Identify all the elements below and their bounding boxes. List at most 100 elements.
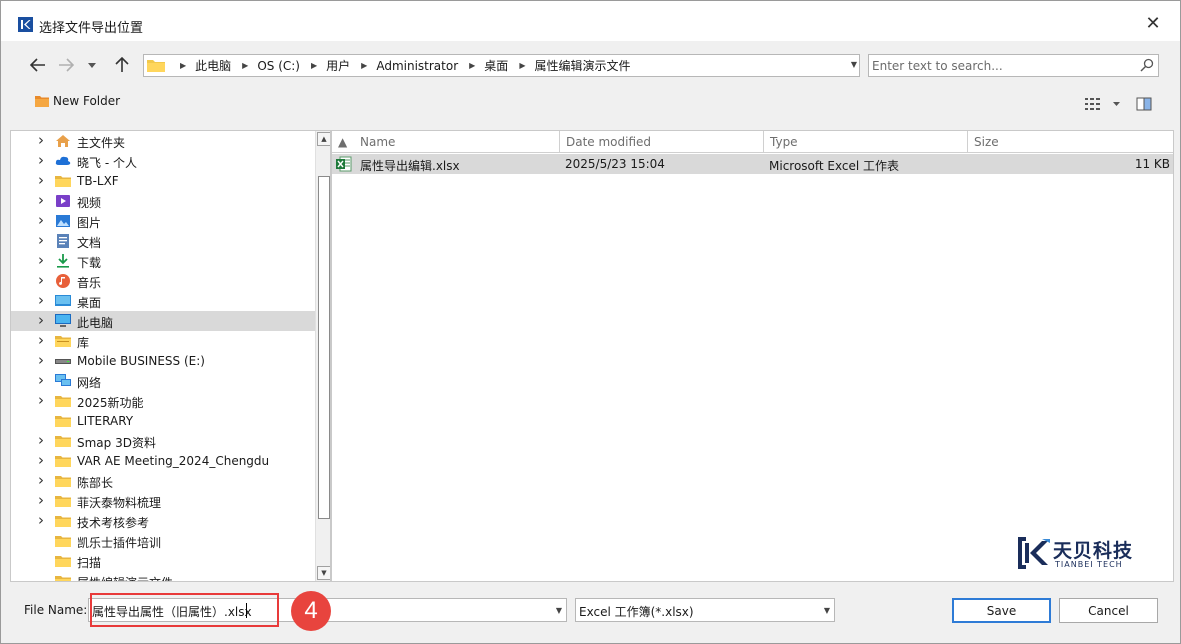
expand-chevron-icon[interactable]: › (38, 431, 48, 449)
new-folder-label: New Folder (53, 94, 121, 108)
tree-item[interactable]: › 桌面 (11, 291, 316, 311)
column-header-type[interactable]: Type (764, 131, 968, 153)
new-folder-button[interactable]: New Folder (35, 94, 120, 108)
tree-item[interactable]: 凯乐士插件培训 (11, 531, 316, 551)
dialog-title: 选择文件导出位置 (39, 21, 144, 36)
expand-chevron-icon[interactable]: › (38, 171, 48, 189)
expand-chevron-icon[interactable]: › (38, 131, 48, 149)
address-bar[interactable]: ▶ 此电脑 ▶ OS (C:) ▶ 用户 ▶ Administrator ▶ 桌… (143, 54, 860, 77)
file-type-select[interactable]: Excel 工作簿(*.xlsx) ▼ (575, 598, 835, 622)
expand-chevron-icon[interactable]: › (38, 491, 48, 509)
tree-item[interactable]: › 晓飞 - 个人 (11, 151, 316, 171)
expand-chevron-icon[interactable]: › (38, 371, 48, 389)
title-bar: 选择文件导出位置 ✕ (1, 1, 1180, 41)
preview-pane-icon[interactable] (1136, 96, 1152, 112)
picture-icon (55, 214, 71, 228)
music-icon (55, 274, 71, 288)
tree-item-label: 图片 (77, 216, 102, 230)
network-icon (55, 374, 71, 388)
expand-chevron-icon[interactable]: › (38, 251, 48, 269)
expand-chevron-icon[interactable]: › (38, 191, 48, 209)
cancel-button[interactable]: Cancel (1059, 598, 1158, 623)
expand-chevron-icon[interactable]: › (38, 351, 48, 369)
chevron-down-icon[interactable]: ▼ (556, 606, 562, 615)
brand-name: 天贝科技 (1053, 540, 1134, 562)
breadcrumb-item[interactable]: 用户 (326, 57, 350, 74)
expand-chevron-icon[interactable]: › (38, 391, 48, 409)
tree-item[interactable]: › 文档 (11, 231, 316, 251)
expand-chevron-icon[interactable]: › (38, 151, 48, 169)
tree-item[interactable]: › 库 (11, 331, 316, 351)
back-button[interactable] (26, 53, 50, 77)
view-options-button[interactable] (1085, 96, 1121, 112)
table-row[interactable]: 属性导出编辑.xlsx 2025/5/23 15:04 Microsoft Ex… (332, 154, 1173, 174)
desktop-icon (55, 294, 71, 308)
expand-chevron-icon[interactable]: › (38, 511, 48, 529)
expand-chevron-icon[interactable]: › (38, 271, 48, 289)
expand-chevron-icon[interactable]: › (38, 311, 48, 329)
tree-item[interactable]: › 主文件夹 (11, 131, 316, 151)
drive-icon (55, 354, 71, 368)
tree-item-label: 凯乐士插件培训 (77, 536, 162, 550)
close-icon: ✕ (1145, 12, 1161, 34)
tree-item[interactable]: › 2025新功能 (11, 391, 316, 411)
column-header-size[interactable]: Size (968, 131, 1173, 153)
recent-locations-button[interactable] (84, 53, 100, 77)
tree-item[interactable]: › 技术考核参考 (11, 511, 316, 531)
expand-chevron-icon[interactable]: › (38, 231, 48, 249)
folder-icon (55, 474, 71, 488)
tree-item[interactable]: 扫描 (11, 551, 316, 571)
column-header-date[interactable]: Date modified (560, 131, 764, 153)
file-size: 11 KB (1134, 157, 1170, 171)
breadcrumb-item[interactable]: OS (C:) (257, 59, 300, 73)
new-folder-icon (35, 95, 49, 107)
scroll-down-icon[interactable]: ▼ (317, 566, 330, 580)
expand-chevron-icon[interactable]: › (38, 471, 48, 489)
search-box[interactable] (868, 54, 1159, 77)
expand-chevron-icon[interactable]: › (38, 451, 48, 469)
tree-item[interactable]: › 图片 (11, 211, 316, 231)
expand-chevron-icon[interactable]: › (38, 211, 48, 229)
address-dropdown-icon[interactable]: ▼ (851, 60, 857, 69)
tree-item-label: 扫描 (77, 556, 102, 570)
app-logo-icon (18, 17, 33, 32)
tree-item[interactable]: LITERARY (11, 411, 316, 431)
tree-item[interactable]: › Mobile BUSINESS (E:) (11, 351, 316, 371)
up-button[interactable] (110, 53, 134, 77)
scroll-up-icon[interactable]: ▲ (317, 132, 330, 146)
tree-item[interactable]: › 此电脑 (11, 311, 316, 331)
tree-item-label: 2025新功能 (77, 396, 144, 410)
tree-item[interactable]: › 下载 (11, 251, 316, 271)
tree-item[interactable]: › 陈部长 (11, 471, 316, 491)
chevron-down-icon[interactable]: ▼ (824, 606, 830, 615)
tree-item[interactable]: › Smap 3D资料 (11, 431, 316, 451)
search-input[interactable] (872, 57, 1132, 74)
tree-item-label: 技术考核参考 (77, 516, 150, 530)
tree-item[interactable]: › 音乐 (11, 271, 316, 291)
tree-item-label: Mobile BUSINESS (E:) (77, 354, 205, 368)
scroll-thumb[interactable] (318, 176, 330, 519)
chevron-down-icon (1113, 102, 1120, 106)
tree-item[interactable]: › TB-LXF (11, 171, 316, 191)
column-header-name[interactable]: Name ▲ (332, 131, 560, 153)
tree-scrollbar[interactable]: ▲ ▼ (315, 131, 330, 581)
chevron-down-icon (88, 62, 96, 68)
tree-item[interactable]: 属性编辑演示文件 (11, 571, 316, 581)
breadcrumb-item[interactable]: Administrator (376, 59, 458, 73)
forward-button[interactable] (54, 53, 78, 77)
expand-chevron-icon[interactable]: › (38, 331, 48, 349)
breadcrumb-item[interactable]: 此电脑 (195, 57, 231, 74)
tree-item-label: 文档 (77, 236, 102, 250)
breadcrumb-item[interactable]: 属性编辑演示文件 (534, 57, 630, 74)
breadcrumb-item[interactable]: 桌面 (484, 57, 508, 74)
tree-item[interactable]: › VAR AE Meeting_2024_Chengdu (11, 451, 316, 471)
file-list: Name ▲ Date modified Type Size 属性导出编辑.xl… (331, 130, 1174, 582)
tree-item[interactable]: › 网络 (11, 371, 316, 391)
expand-chevron-icon[interactable]: › (38, 291, 48, 309)
close-button[interactable]: ✕ (1141, 11, 1165, 35)
tree-item[interactable]: › 菲沃泰物料梳理 (11, 491, 316, 511)
save-button[interactable]: Save (952, 598, 1051, 623)
tree-item[interactable]: › 视频 (11, 191, 316, 211)
search-icon[interactable] (1140, 58, 1154, 72)
tree-item-label: TB-LXF (77, 174, 119, 188)
